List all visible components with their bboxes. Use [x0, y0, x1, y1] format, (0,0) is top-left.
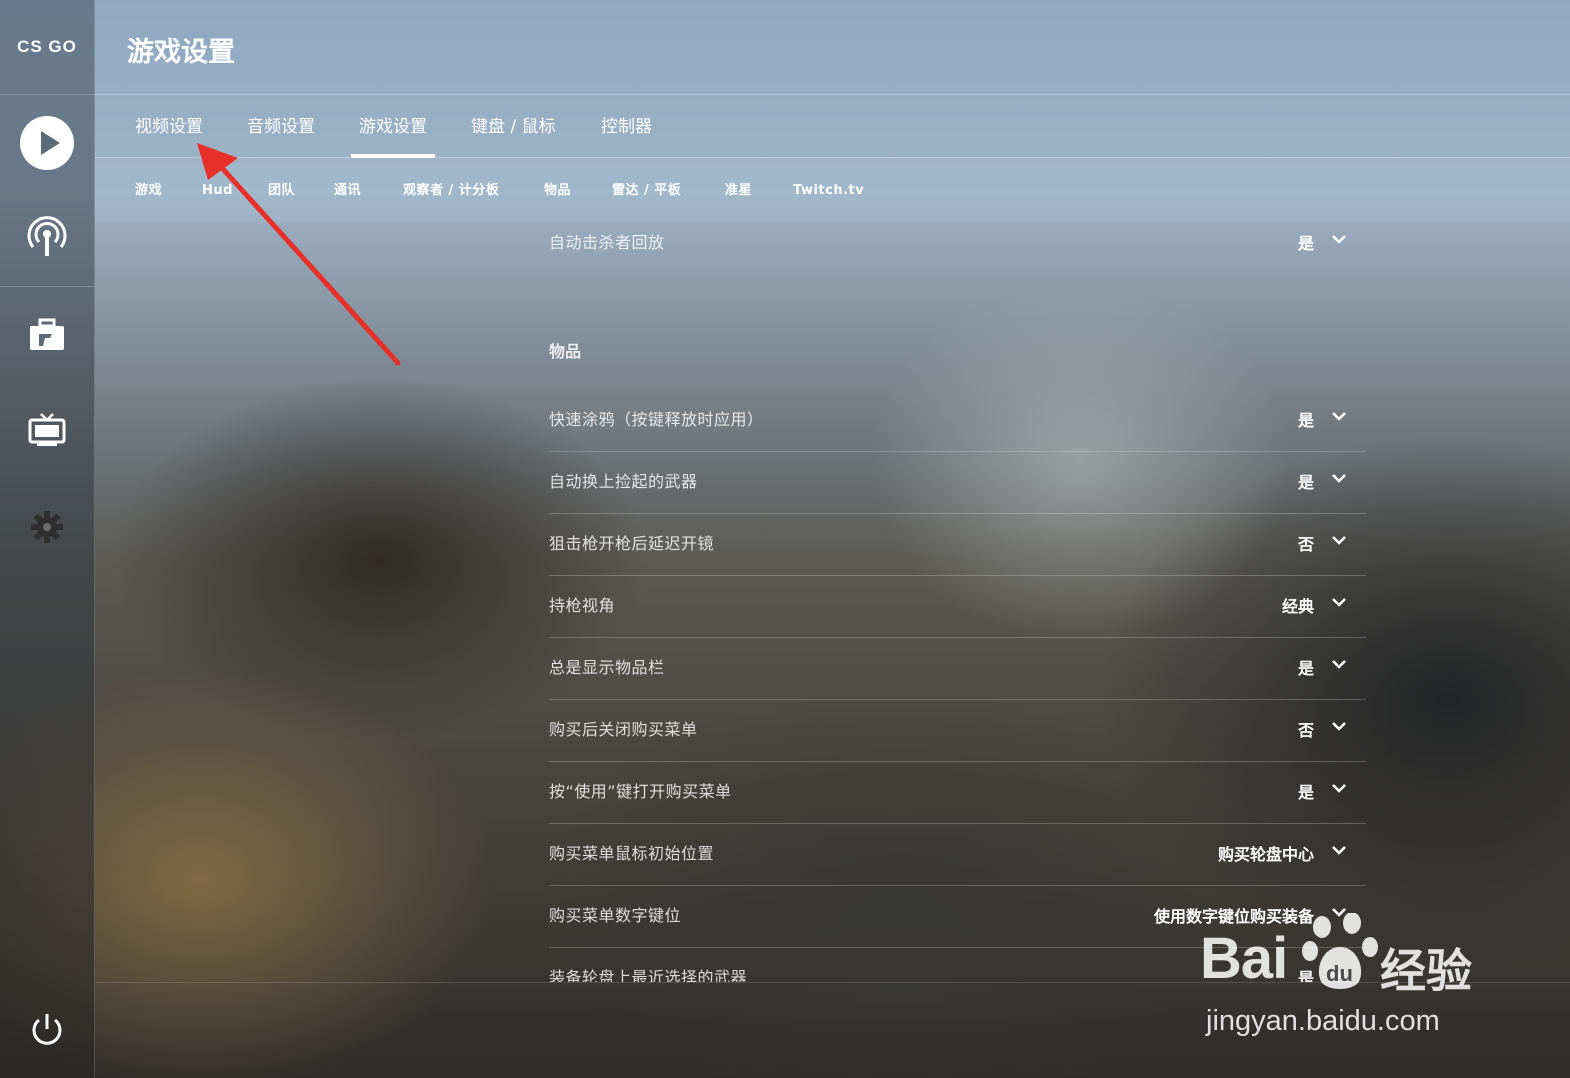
- setting-row[interactable]: 按“使用”键打开购买菜单 是: [549, 761, 1366, 824]
- power-icon: [32, 1014, 62, 1045]
- setting-value[interactable]: 经典: [1282, 575, 1314, 639]
- setting-value[interactable]: 是: [1298, 222, 1314, 276]
- main-tabs: 视频设置 音频设置 游戏设置 键盘 / 鼠标 控制器: [95, 95, 1570, 158]
- tab-game-settings[interactable]: 游戏设置: [351, 95, 435, 158]
- setting-row[interactable]: 狙击枪开枪后延迟开镜 否: [549, 513, 1366, 576]
- chevron-down-icon[interactable]: [1332, 719, 1346, 733]
- setting-value[interactable]: 购买轮盘中心: [1218, 823, 1314, 887]
- setting-value[interactable]: 是: [1298, 761, 1314, 825]
- paw-icon: du: [1302, 913, 1378, 989]
- setting-row[interactable]: 自动击杀者回放 是: [549, 222, 1366, 274]
- watermark-brand: Bai: [1200, 926, 1288, 991]
- sub-tabs: 游戏 Hud 团队 通讯 观察者 / 计分板 物品 雷达 / 平板 准星 Twi…: [95, 158, 1570, 222]
- page-title: 游戏设置: [127, 37, 235, 68]
- tab-audio-settings[interactable]: 音频设置: [239, 95, 323, 157]
- tab-video-settings[interactable]: 视频设置: [127, 95, 211, 157]
- setting-row[interactable]: 持枪视角 经典: [549, 575, 1366, 638]
- chevron-down-icon[interactable]: [1332, 409, 1346, 423]
- csgo-logo[interactable]: CS GO: [0, 0, 94, 95]
- subtab-team[interactable]: 团队: [268, 158, 295, 222]
- setting-row[interactable]: 总是显示物品栏 是: [549, 637, 1366, 700]
- subtab-spectator-scoreboard[interactable]: 观察者 / 计分板: [403, 158, 499, 222]
- briefcase-icon: [30, 318, 64, 350]
- chevron-down-icon[interactable]: [1332, 471, 1346, 485]
- subtab-crosshair[interactable]: 准星: [725, 158, 752, 222]
- subtab-radar-tablet[interactable]: 雷达 / 平板: [612, 158, 681, 222]
- quit-button[interactable]: [0, 990, 94, 1070]
- setting-value[interactable]: 是: [1298, 451, 1314, 515]
- chevron-down-icon[interactable]: [1332, 533, 1346, 547]
- svg-text:du: du: [1326, 961, 1353, 986]
- setting-label: 装备轮盘上最近选择的武器: [549, 968, 748, 982]
- sidebar: CS GO: [0, 0, 95, 1078]
- chevron-down-icon[interactable]: [1332, 232, 1346, 246]
- setting-value[interactable]: 否: [1298, 513, 1314, 577]
- broadcast-icon: [27, 216, 67, 256]
- setting-value[interactable]: 是: [1298, 389, 1314, 453]
- subtab-game[interactable]: 游戏: [135, 158, 162, 222]
- setting-row[interactable]: 购买后关闭购买菜单 否: [549, 699, 1366, 762]
- setting-value[interactable]: 否: [1298, 699, 1314, 763]
- setting-label: 持枪视角: [549, 596, 616, 615]
- chevron-down-icon[interactable]: [1332, 843, 1346, 857]
- setting-label: 快速涂鸦（按键释放时应用）: [549, 410, 764, 429]
- watermark-brand-cn: 经验: [1380, 944, 1472, 998]
- settings-button[interactable]: [0, 487, 94, 567]
- sidebar-divider: [0, 286, 94, 287]
- watch-button[interactable]: [0, 198, 94, 278]
- setting-label: 总是显示物品栏: [549, 658, 665, 677]
- section-title: 物品: [549, 342, 582, 361]
- baidu-watermark: Bai du 经验 jingyan.baidu.com: [1200, 913, 1500, 1045]
- gear-icon: [31, 511, 63, 543]
- chevron-down-icon[interactable]: [1332, 595, 1346, 609]
- header: 游戏设置: [95, 0, 1570, 95]
- setting-label: 购买菜单数字键位: [549, 906, 682, 925]
- play-icon: [20, 116, 74, 170]
- chevron-down-icon[interactable]: [1332, 781, 1346, 795]
- chevron-down-icon[interactable]: [1332, 657, 1346, 671]
- setting-label: 购买菜单鼠标初始位置: [549, 844, 715, 863]
- settings-list: 自动击杀者回放 是 物品 快速涂鸦（按键释放时应用） 是 自动换上捡起的武器 是…: [549, 222, 1366, 982]
- setting-row[interactable]: 快速涂鸦（按键释放时应用） 是: [549, 389, 1366, 452]
- setting-label: 购买后关闭购买菜单: [549, 720, 698, 739]
- tab-controller[interactable]: 控制器: [593, 95, 660, 157]
- setting-label: 按“使用”键打开购买菜单: [549, 782, 732, 801]
- setting-value[interactable]: 是: [1298, 637, 1314, 701]
- setting-row[interactable]: 自动换上捡起的武器 是: [549, 451, 1366, 514]
- watermark-url: jingyan.baidu.com: [1206, 1005, 1440, 1037]
- setting-label: 狙击枪开枪后延迟开镜: [549, 534, 715, 553]
- subtab-items[interactable]: 物品: [544, 158, 571, 222]
- tv-button[interactable]: [0, 390, 94, 470]
- setting-label: 自动击杀者回放: [549, 233, 665, 252]
- subtab-hud[interactable]: Hud: [202, 158, 233, 222]
- subtab-communication[interactable]: 通讯: [334, 158, 361, 222]
- tv-icon: [28, 413, 66, 446]
- setting-row[interactable]: 购买菜单鼠标初始位置 购买轮盘中心: [549, 823, 1366, 886]
- inventory-button[interactable]: [0, 295, 94, 375]
- tab-keyboard-mouse[interactable]: 键盘 / 鼠标: [463, 95, 564, 157]
- subtab-twitch[interactable]: Twitch.tv: [793, 158, 864, 222]
- play-button[interactable]: [0, 103, 94, 183]
- setting-label: 自动换上捡起的武器: [549, 472, 698, 491]
